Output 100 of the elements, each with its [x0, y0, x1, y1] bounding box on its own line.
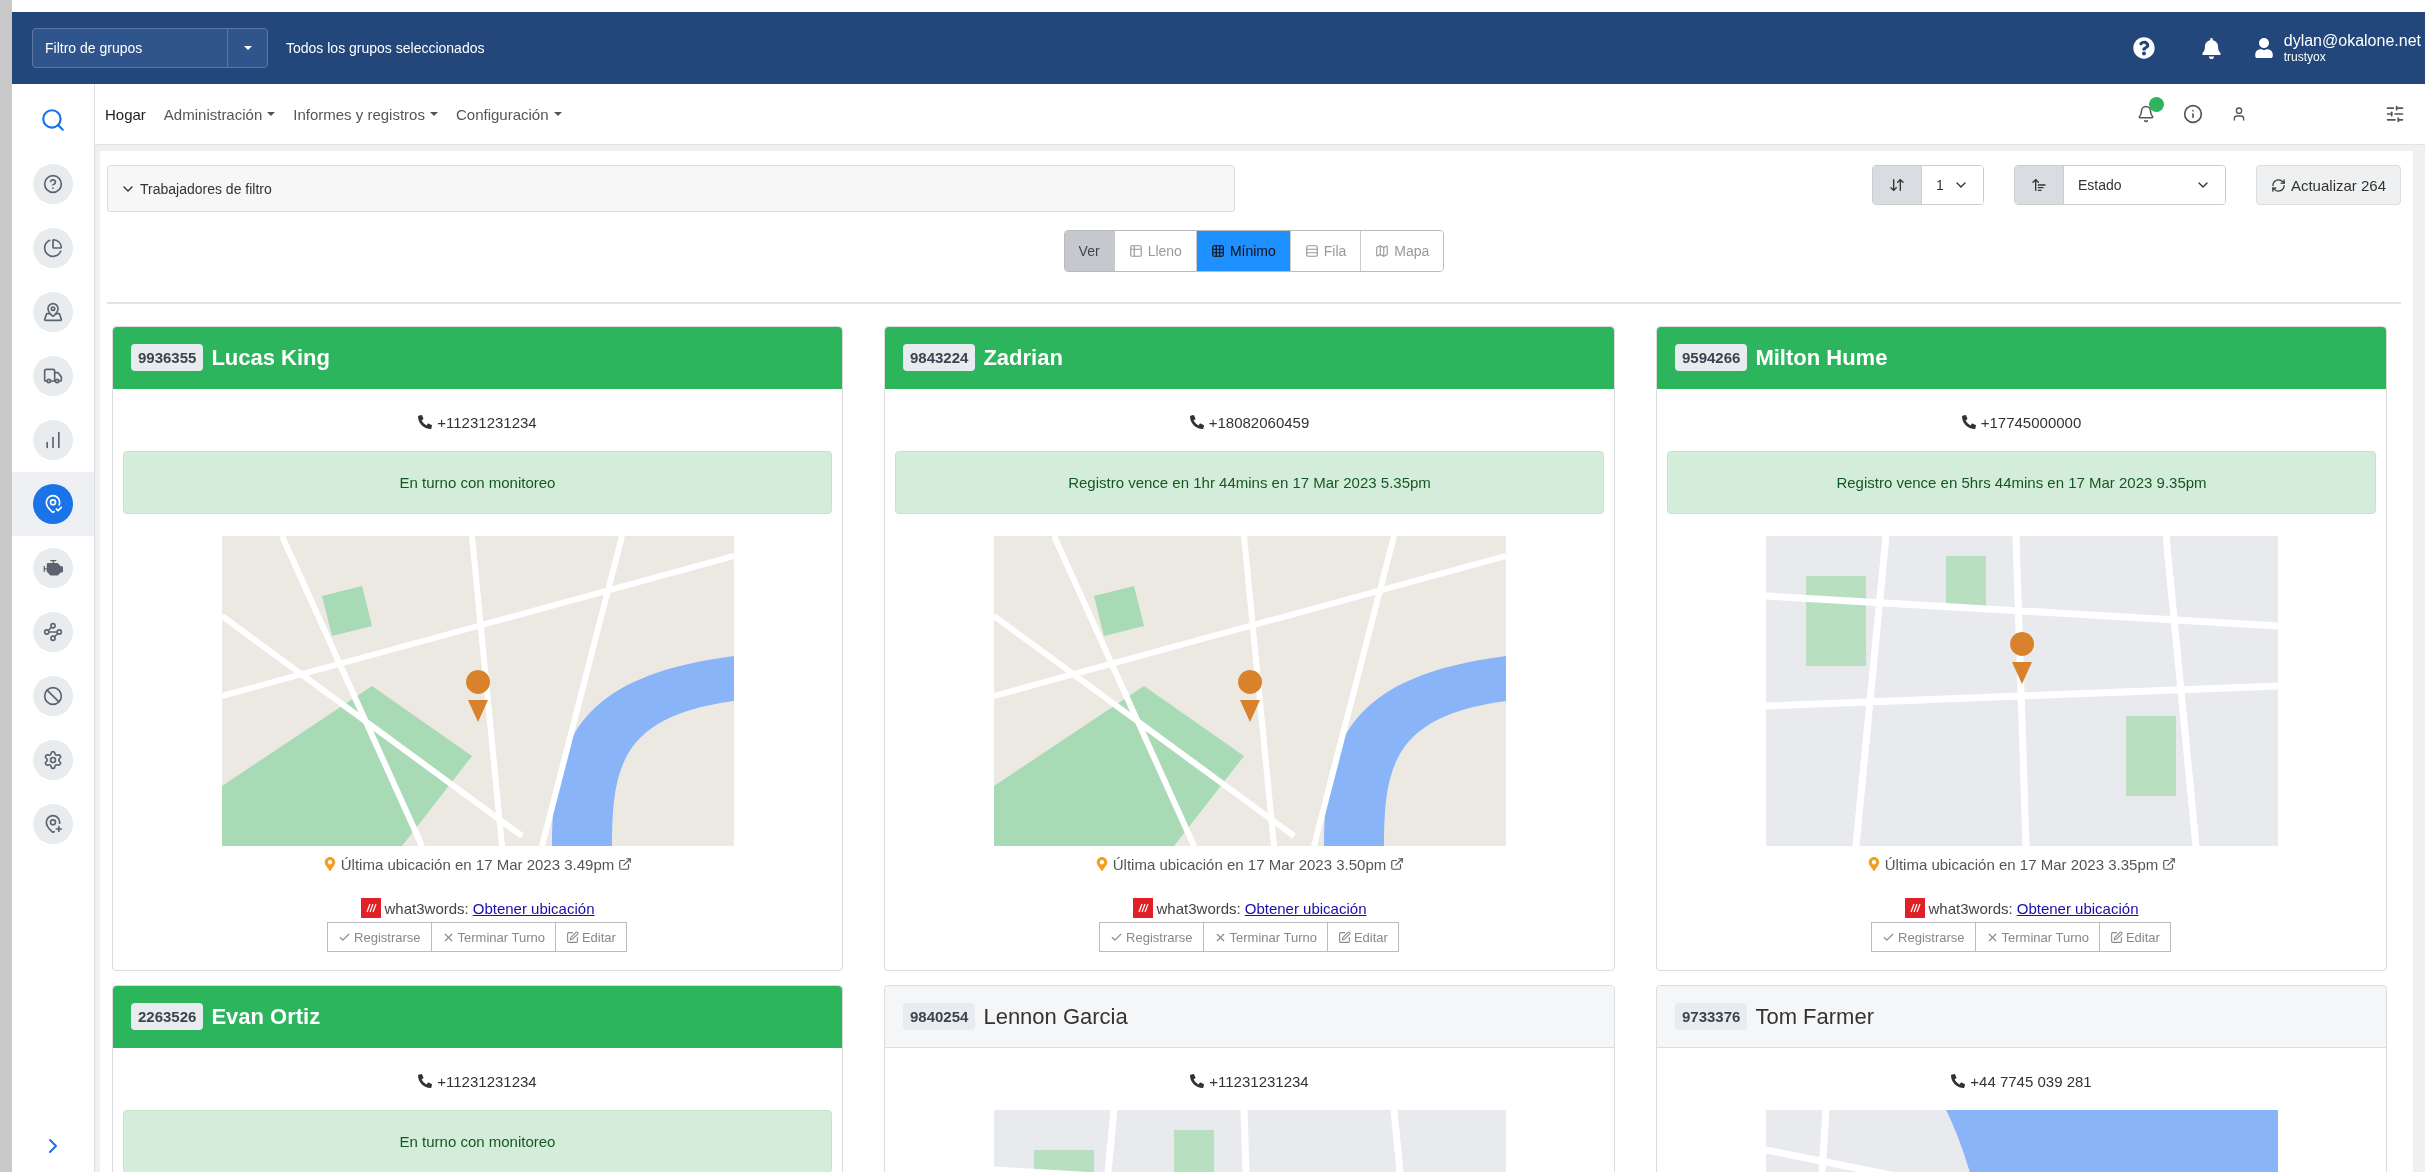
worker-name: Tom Farmer: [1755, 1003, 1874, 1030]
what3words-label: what3words:: [1156, 899, 1241, 917]
bell-icon: [2200, 37, 2222, 59]
worker-name: Milton Hume: [1755, 344, 1888, 371]
user-icon: [2231, 106, 2247, 122]
ban-icon: [43, 686, 63, 706]
worker-id: 2263526: [131, 1003, 204, 1030]
slashes-logo-icon: [1904, 898, 1925, 918]
get-location-link[interactable]: Obtener ubicación: [1244, 899, 1367, 917]
worker-id: 9594266: [1675, 344, 1748, 371]
notifications-button[interactable]: [2200, 37, 2222, 59]
slashes-logo-icon: [1132, 898, 1153, 918]
filter-workers-toggle[interactable]: Trabajadores de filtro: [107, 165, 1235, 212]
phone-number: +17745000000: [1980, 413, 2082, 431]
worker-id: 9843224: [903, 344, 976, 371]
user-icon: [2253, 38, 2274, 58]
worker-id: 9733376: [1675, 1003, 1748, 1030]
user-email: dylan@okalone.net: [2283, 32, 2421, 50]
action-button[interactable]: Editar: [1326, 922, 1399, 952]
get-location-link[interactable]: Obtener ubicación: [2016, 899, 2139, 917]
external-link-icon[interactable]: [618, 857, 633, 871]
status-message: En turno con monitoreo: [123, 1110, 832, 1172]
last-location-text: Última ubicación en 17 Mar 2023 3.49pm: [340, 855, 615, 873]
status-message: Registro vence en 1hr 44mins en 17 Mar 2023 5.35pm: [895, 451, 1604, 514]
help-icon: [2132, 37, 2155, 59]
sliders-icon: [2385, 104, 2405, 124]
phone-number: +11231231234: [437, 413, 537, 431]
worker-name: Zadrian: [983, 344, 1063, 371]
group-filter-select[interactable]: Filtro de grupos: [32, 28, 268, 68]
help-icon: [43, 174, 63, 194]
worker-id: 9936355: [131, 344, 204, 371]
sort-field-select[interactable]: Estado: [2062, 166, 2225, 204]
map-pin-icon: [43, 302, 63, 322]
bell-icon: [2137, 105, 2155, 123]
help-button[interactable]: [2132, 37, 2155, 59]
view-option[interactable]: Mínimo: [1195, 231, 1290, 271]
action-button[interactable]: Registrarse: [1871, 922, 1976, 952]
phone-number: +44 7745 039 281: [1970, 1072, 2092, 1090]
action-button[interactable]: Terminar Turno: [430, 922, 556, 952]
external-link-icon[interactable]: [1390, 857, 1405, 871]
worker-id: 9840254: [903, 1003, 976, 1030]
status-message: Registro vence en 5hrs 44mins en 17 Mar 2023 9.35pm: [1667, 451, 2376, 514]
location-pin-icon: [1866, 857, 1881, 871]
search-icon: [40, 107, 66, 133]
map-icon: [1375, 244, 1390, 258]
action-button[interactable]: Registrarse: [1099, 922, 1204, 952]
phone-icon: [418, 1074, 433, 1088]
action-button[interactable]: Terminar Turno: [1202, 922, 1328, 952]
phone-icon: [418, 415, 433, 429]
sort-direction-button[interactable]: [2014, 166, 2063, 204]
action-button[interactable]: Registrarse: [327, 922, 432, 952]
grid-icon: [1210, 244, 1225, 258]
caret-icon: [243, 46, 252, 50]
location-check-icon: [43, 494, 63, 514]
worker-name: Lucas King: [211, 344, 330, 371]
count-select[interactable]: 1: [1920, 166, 1983, 204]
nav-link[interactable]: Hogar: [105, 105, 146, 123]
info-icon: [2183, 104, 2203, 124]
what3words-label: what3words:: [384, 899, 469, 917]
get-location-link[interactable]: Obtener ubicación: [472, 899, 595, 917]
phone-icon: [1951, 1074, 1966, 1088]
action-button[interactable]: Editar: [2098, 922, 2171, 952]
status-message: En turno con monitoreo: [123, 451, 832, 514]
what3words-label: what3words:: [1928, 899, 2013, 917]
location-pin-icon: [1094, 857, 1109, 871]
phone-number: +11231231234: [437, 1072, 537, 1090]
rows-icon: [1304, 244, 1319, 258]
network-icon: [43, 622, 63, 642]
nav-link[interactable]: Administración: [163, 105, 276, 123]
notifications-button[interactable]: [2137, 105, 2155, 123]
map-pin-plus-icon: [43, 814, 63, 834]
edit-icon: [2109, 930, 2123, 944]
engine-icon: [43, 558, 63, 578]
settings-icon: [43, 750, 63, 770]
truck-icon: [43, 366, 63, 386]
user-button[interactable]: [2231, 106, 2247, 122]
nav-link[interactable]: Informes y registros: [293, 105, 438, 123]
location-pin-icon: [322, 857, 337, 871]
phone-number: +11231231234: [1209, 1072, 1309, 1090]
external-link-icon[interactable]: [2162, 857, 2177, 871]
sidebar-item[interactable]: [12, 472, 94, 536]
selected-groups-text: Todos los grupos seleccionados: [286, 40, 486, 56]
bar-chart-icon: [43, 430, 63, 450]
info-button[interactable]: [2183, 104, 2203, 124]
edit-icon: [1337, 930, 1351, 944]
edit-icon: [565, 930, 579, 944]
refresh-icon: [2270, 177, 2286, 193]
worker-name: Lennon Garcia: [983, 1003, 1128, 1030]
refresh-button[interactable]: Actualizar 264: [2255, 165, 2401, 205]
sort-order-button[interactable]: [1872, 166, 1921, 204]
settings-button[interactable]: [2385, 104, 2405, 124]
phone-icon: [1961, 415, 1976, 429]
last-location-text: Última ubicación en 17 Mar 2023 3.50pm: [1112, 855, 1387, 873]
pie-chart-icon: [43, 238, 63, 258]
sort-icon: [1888, 177, 1905, 193]
phone-number: +18082060459: [1208, 413, 1310, 431]
action-button[interactable]: Terminar Turno: [1974, 922, 2100, 952]
view-option[interactable]: Mapa: [1360, 231, 1444, 271]
action-button[interactable]: Editar: [554, 922, 627, 952]
nav-link[interactable]: Configuración: [455, 105, 562, 123]
